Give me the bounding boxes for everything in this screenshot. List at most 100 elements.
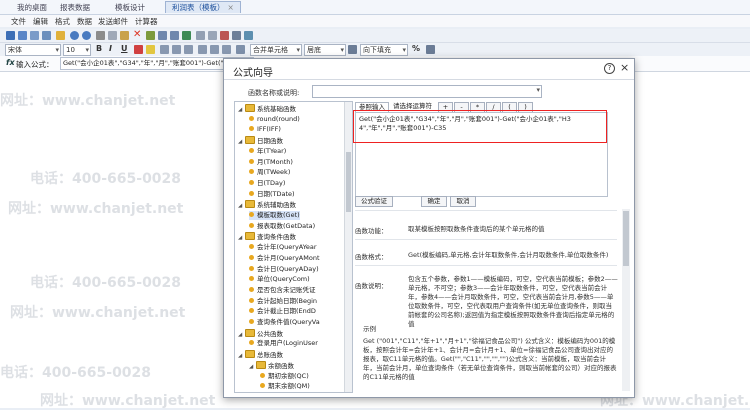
- tree-folder[interactable]: ◢ 日期函数: [238, 136, 283, 145]
- tree-item[interactable]: 日(TDay): [249, 179, 285, 188]
- tree-item[interactable]: 会计日(QueryADay): [249, 265, 319, 274]
- font-size-select[interactable]: 10: [63, 44, 91, 56]
- collapse-triangle-icon[interactable]: ◢: [238, 352, 245, 361]
- tree-item[interactable]: 年(TYear): [249, 147, 286, 156]
- tree-item[interactable]: 周(TWeek): [249, 168, 290, 177]
- tree-folder[interactable]: ◢ 余额函数: [249, 360, 294, 372]
- tree-scroll-thumb[interactable]: [346, 152, 351, 212]
- tree-item[interactable]: 单位(QueryCom): [249, 275, 310, 284]
- menu-edit[interactable]: 编辑: [33, 16, 48, 27]
- collapse-triangle-icon[interactable]: ◢: [238, 331, 245, 340]
- tree-item[interactable]: IFF(IFF): [249, 125, 281, 134]
- menu-calculator[interactable]: 计算器: [135, 16, 158, 27]
- menu-format[interactable]: 格式: [55, 16, 70, 27]
- sum-icon[interactable]: [182, 31, 191, 40]
- merge-cells-select[interactable]: 合并单元格: [250, 44, 302, 56]
- tree-item[interactable]: 期末余额(QM): [260, 382, 310, 391]
- vertical-align-select[interactable]: 居底: [304, 44, 346, 56]
- function-tree[interactable]: 期末余额(QM) 期初余额(QC) ◢ 余额函数 ◢ 总账函数 登录用户(LoginUser…: [234, 101, 353, 393]
- align-center-icon[interactable]: [172, 45, 181, 54]
- tree-item[interactable]: 期初余额(QC): [260, 372, 309, 381]
- tree-item[interactable]: 月(TMonth): [249, 158, 293, 167]
- cancel-button[interactable]: 取消: [450, 196, 476, 207]
- save-as-icon[interactable]: [18, 31, 27, 40]
- close-tab-icon[interactable]: ×: [228, 3, 234, 12]
- tree-node-label: 余额函数: [268, 361, 294, 370]
- tree-item[interactable]: 会计月(QueryAMont: [249, 254, 320, 263]
- verify-formula-button[interactable]: 公式验证: [355, 196, 393, 207]
- paste-icon[interactable]: [120, 31, 129, 40]
- sort-icon[interactable]: [232, 31, 241, 40]
- tree-item[interactable]: 日期(TDate): [249, 190, 295, 199]
- fill-down-icon[interactable]: [348, 45, 357, 54]
- decimal-icon[interactable]: [426, 45, 435, 54]
- align-middle-icon[interactable]: [210, 45, 219, 54]
- collapse-triangle-icon[interactable]: ◢: [238, 138, 245, 147]
- tree-folder[interactable]: ◢ 系统基础函数: [238, 104, 296, 113]
- tab-template-design[interactable]: 模板设计: [115, 2, 145, 13]
- open-icon[interactable]: [56, 31, 65, 40]
- tree-item[interactable]: 模板取数(Get): [249, 211, 300, 220]
- collapse-triangle-icon[interactable]: ◢: [249, 363, 256, 372]
- border-icon[interactable]: [196, 31, 205, 40]
- filter-icon[interactable]: [244, 31, 253, 40]
- insert-column-icon[interactable]: [170, 31, 179, 40]
- tree-node-label: 总账函数: [257, 351, 283, 360]
- save-icon[interactable]: [6, 31, 15, 40]
- tree-folder[interactable]: ◢ 总账函数: [238, 350, 283, 359]
- function-icon: [249, 340, 254, 346]
- print-icon[interactable]: [30, 31, 39, 40]
- tree-item[interactable]: 会计截止日期(EndD: [249, 307, 316, 316]
- collapse-triangle-icon[interactable]: ◢: [238, 106, 245, 115]
- tree-item[interactable]: 会计起始日期(Begin: [249, 297, 317, 306]
- tree-item[interactable]: 查询条件值(QueryVa: [249, 318, 320, 327]
- grid-icon[interactable]: [208, 31, 217, 40]
- percent-button[interactable]: %: [412, 44, 420, 53]
- underline-button[interactable]: U: [121, 44, 128, 53]
- cut-icon[interactable]: [96, 31, 105, 40]
- fill-color-icon[interactable]: [146, 45, 155, 54]
- tree-scrollbar[interactable]: [344, 102, 352, 392]
- menu-file[interactable]: 文件: [11, 16, 26, 27]
- delete-icon[interactable]: ✕: [133, 29, 141, 40]
- tab-my-desktop[interactable]: 我的桌面: [17, 2, 47, 13]
- merge-icon[interactable]: [236, 45, 245, 54]
- tree-item[interactable]: 是否包含未记账凭证: [249, 286, 316, 295]
- chart-icon[interactable]: [220, 31, 229, 40]
- font-select[interactable]: 宋体: [5, 44, 61, 56]
- italic-button[interactable]: I: [109, 44, 112, 53]
- collapse-triangle-icon[interactable]: ◢: [238, 202, 245, 211]
- function-name-select[interactable]: [312, 85, 542, 98]
- tree-folder[interactable]: ◢ 系统辅助函数: [238, 200, 296, 209]
- insert-row-icon[interactable]: [158, 31, 167, 40]
- bold-button[interactable]: B: [96, 44, 102, 53]
- align-top-icon[interactable]: [198, 45, 207, 54]
- close-icon[interactable]: ×: [620, 61, 629, 74]
- redo-icon[interactable]: [82, 31, 91, 40]
- tree-item[interactable]: 报表取数(GetData): [249, 222, 315, 231]
- tree-item[interactable]: 会计年(QueryAYear: [249, 243, 317, 252]
- watermark-phone: 电话：400-665-0028: [30, 275, 182, 291]
- preview-icon[interactable]: [42, 31, 51, 40]
- align-bottom-icon[interactable]: [222, 45, 231, 54]
- undo-icon[interactable]: [70, 31, 79, 40]
- align-left-icon[interactable]: [160, 45, 169, 54]
- format-painter-icon[interactable]: [146, 31, 155, 40]
- ok-button[interactable]: 确定: [421, 196, 447, 207]
- tree-folder[interactable]: ◢ 查询条件函数: [238, 232, 296, 241]
- collapse-triangle-icon[interactable]: ◢: [238, 234, 245, 243]
- menu-send-mail[interactable]: 发送邮件: [98, 16, 128, 27]
- watermark-site: 网址：www.chanjet.net: [40, 393, 216, 409]
- tree-item[interactable]: 登录用户(LoginUser: [249, 339, 318, 348]
- font-color-icon[interactable]: [134, 45, 143, 54]
- tree-folder[interactable]: ◢ 公共函数: [238, 328, 283, 340]
- tree-item[interactable]: round(round): [249, 115, 300, 124]
- help-icon[interactable]: ?: [604, 63, 615, 74]
- info-scroll-thumb[interactable]: [623, 211, 629, 266]
- tab-profit-template[interactable]: 利润表（模板） ×: [165, 1, 241, 13]
- menu-data[interactable]: 数据: [77, 16, 92, 27]
- align-right-icon[interactable]: [184, 45, 193, 54]
- tab-report-data[interactable]: 报表数据: [60, 2, 90, 13]
- copy-icon[interactable]: [108, 31, 117, 40]
- fill-down-select[interactable]: 向下填充: [360, 44, 408, 56]
